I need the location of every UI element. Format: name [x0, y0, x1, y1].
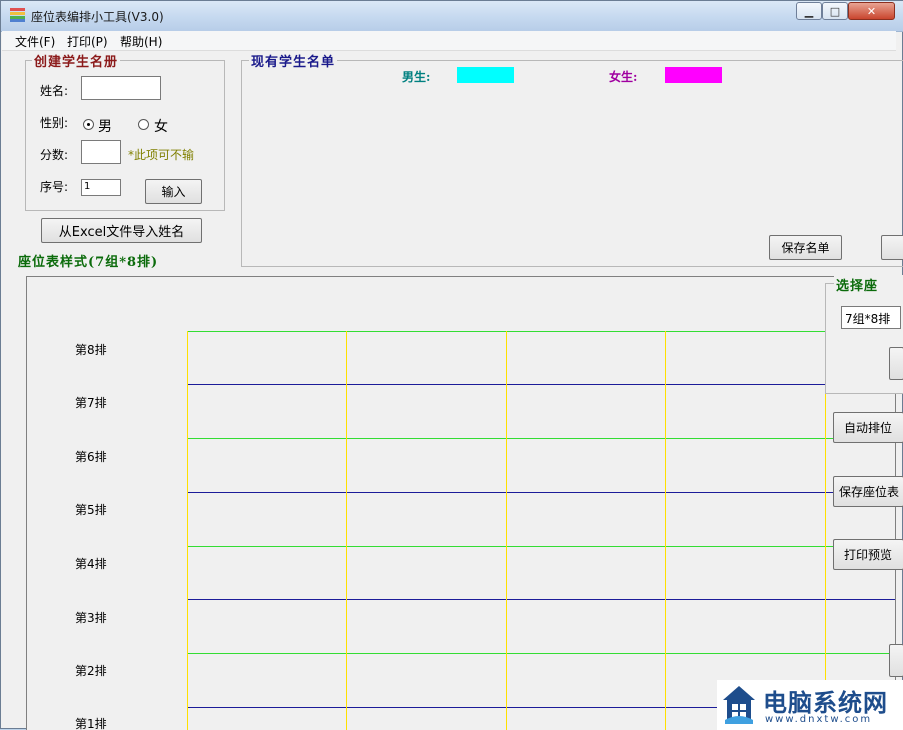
side-extra-button[interactable] [889, 644, 903, 677]
seat-style-title: 座位表样式(7组*8排) [18, 255, 159, 270]
column-line [665, 331, 666, 730]
save-roster-button[interactable]: 保存名单 [769, 235, 842, 260]
print-preview-button[interactable]: 打印预览 [833, 539, 903, 570]
watermark-title: 电脑系统网 [763, 689, 888, 717]
house-logo-icon [721, 684, 757, 724]
app-icon [10, 8, 25, 22]
score-input[interactable] [81, 140, 121, 164]
menu-help[interactable]: 帮助(H) [120, 33, 162, 50]
row-label-1: 第1排 [75, 717, 107, 730]
roster-extra-button[interactable] [881, 235, 903, 260]
male-radio-label[interactable]: 男 [98, 116, 112, 136]
auto-seat-button[interactable]: 自动排位 [833, 412, 903, 443]
watermark-url: www.dnxtw.com [765, 714, 873, 725]
menu-print[interactable]: 打印(P) [67, 33, 108, 50]
input-button[interactable]: 输入 [145, 179, 202, 204]
score-label: 分数: [40, 148, 69, 162]
seq-label: 序号: [40, 180, 69, 194]
seq-input[interactable]: 1 [81, 179, 121, 196]
menu-file[interactable]: 文件(F) [15, 33, 55, 50]
close-button[interactable]: ✕ [848, 2, 895, 20]
female-radio[interactable] [138, 119, 149, 130]
minimize-button[interactable]: ▁ [796, 2, 822, 20]
seat-chart-panel: 第8排 第7排 第6排 第5排 第4排 第3排 第2排 第1排 [26, 276, 896, 730]
female-radio-label[interactable]: 女 [154, 116, 168, 136]
row-line-blue [188, 492, 895, 493]
create-roster-title: 创建学生名册 [32, 51, 121, 70]
row-label-8: 第8排 [75, 343, 107, 357]
title-bar[interactable]: 座位表编排小工具(V3.0) ▁ □ ✕ [1, 1, 903, 32]
import-excel-button[interactable]: 从Excel文件导入姓名 [41, 218, 202, 243]
row-label-4: 第4排 [75, 557, 107, 571]
row-line-green [188, 546, 895, 547]
app-window: 座位表编排小工具(V3.0) ▁ □ ✕ 文件(F) 打印(P) 帮助(H) 创… [0, 0, 903, 730]
row-label-2: 第2排 [75, 664, 107, 678]
row-label-6: 第6排 [75, 450, 107, 464]
maximize-button[interactable]: □ [822, 2, 848, 20]
row-label-5: 第5排 [75, 503, 107, 517]
layout-select[interactable]: 7组*8排 [841, 306, 901, 329]
layout-apply-button[interactable] [889, 347, 903, 380]
female-legend-label: 女生: [609, 70, 638, 84]
roster-title: 现有学生名单 [249, 51, 338, 70]
window-title: 座位表编排小工具(V3.0) [31, 10, 164, 24]
row-line-blue [188, 599, 895, 600]
male-radio[interactable] [83, 119, 94, 130]
name-label: 姓名: [40, 84, 69, 98]
save-seat-chart-button[interactable]: 保存座位表 [833, 476, 903, 507]
radio-selected-dot [87, 123, 90, 126]
column-line [346, 331, 347, 730]
watermark: 电脑系统网 www.dnxtw.com [717, 680, 903, 730]
gender-label: 性别: [40, 116, 69, 130]
name-input[interactable] [81, 76, 161, 100]
row-line-green [188, 438, 895, 439]
column-line [187, 331, 188, 730]
seat-layout-title: 选择座 [834, 275, 903, 294]
row-line-green [188, 331, 895, 332]
row-label-7: 第7排 [75, 396, 107, 410]
male-color-swatch [457, 67, 514, 83]
menu-bar: 文件(F) 打印(P) 帮助(H) [2, 31, 896, 51]
row-label-3: 第3排 [75, 611, 107, 625]
row-line-green [188, 653, 889, 654]
column-line [506, 331, 507, 730]
female-color-swatch [665, 67, 722, 83]
male-legend-label: 男生: [402, 70, 431, 84]
row-line-blue [188, 384, 895, 385]
score-hint: *此项可不输 [128, 148, 195, 162]
